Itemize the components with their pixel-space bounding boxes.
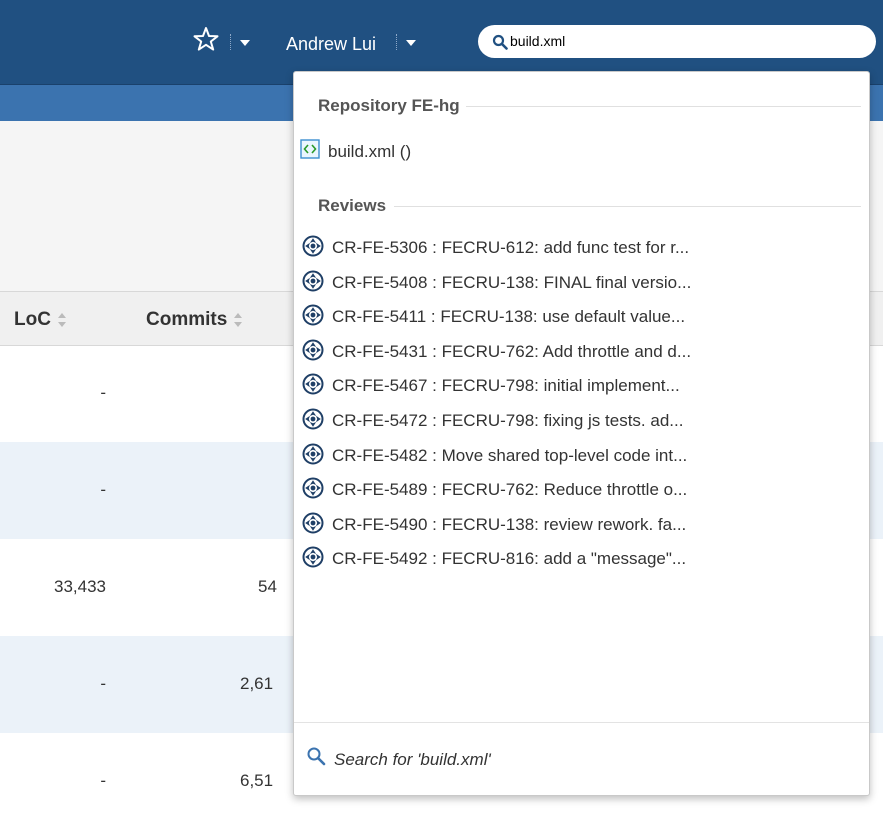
user-menu-chevron-icon[interactable] [406,40,416,46]
group-divider [394,206,861,207]
column-header-label: Commits [146,309,228,330]
review-result-item[interactable]: CR-FE-5489 : FECRU-762: Reduce throttle … [300,472,863,506]
review-icon [302,339,324,364]
column-header-label: LoC [14,309,51,330]
commits-cell: 54 [258,577,277,596]
review-icon [302,235,324,260]
review-result-item[interactable]: CR-FE-5490 : FECRU-138: review rework. f… [300,507,863,541]
review-result-item[interactable]: CR-FE-5411 : FECRU-138: use default valu… [300,299,863,333]
review-icon [302,270,324,295]
review-result-label: CR-FE-5492 : FECRU-816: add a "message".… [332,549,687,569]
review-result-label: CR-FE-5408 : FECRU-138: FINAL final vers… [332,272,692,292]
search-icon [492,34,508,53]
search-icon [306,746,326,769]
quick-search-dropdown: Repository FE-hg build.xml () Reviews CR… [293,71,870,796]
review-icon [302,373,324,398]
favourites-star-icon[interactable] [193,26,219,56]
sort-arrows-icon [234,312,243,327]
separator [230,34,232,50]
review-result-label: CR-FE-5472 : FECRU-798: fixing js tests.… [332,411,684,430]
xml-file-icon [300,139,320,162]
review-icon [302,408,324,433]
review-result-item[interactable]: CR-FE-5306 : FECRU-612: add func test fo… [300,230,863,264]
review-result-label: CR-FE-5482 : Move shared top-level code … [332,445,688,465]
review-result-item[interactable]: CR-FE-5431 : FECRU-762: Add throttle and… [300,334,863,368]
dropdown-divider [294,722,869,723]
sort-arrows-icon [57,312,66,327]
review-result-label: CR-FE-5490 : FECRU-138: review rework. f… [332,514,687,534]
review-result-item[interactable]: CR-FE-5467 : FECRU-798: initial implemen… [300,368,863,402]
review-result-label: CR-FE-5306 : FECRU-612: add func test fo… [332,238,690,257]
review-result-item[interactable]: CR-FE-5482 : Move shared top-level code … [300,438,863,472]
group-divider [466,106,861,107]
search-for-label: Search for 'build.xml' [334,750,491,769]
separator [396,34,398,50]
review-result-item[interactable]: CR-FE-5472 : FECRU-798: fixing js tests.… [300,403,863,437]
loc-cell: - [100,480,106,499]
review-icon [302,443,324,468]
loc-cell: - [100,383,106,402]
review-icon [302,512,324,537]
search-input[interactable] [510,30,860,52]
review-result-label: CR-FE-5489 : FECRU-762: Reduce throttle … [332,480,688,500]
favourites-dropdown-chevron-icon[interactable] [240,40,250,46]
reviews-group-heading: Reviews [318,196,387,215]
review-icon [302,546,324,571]
commits-cell: 2,61 [240,674,274,693]
review-result-label: CR-FE-5467 : FECRU-798: initial implemen… [332,376,680,396]
file-result-item[interactable]: build.xml () [300,136,860,166]
loc-cell: - [100,674,106,693]
review-result-item[interactable]: CR-FE-5408 : FECRU-138: FINAL final vers… [300,265,863,299]
review-result-label: CR-FE-5431 : FECRU-762: Add throttle and… [332,341,692,361]
search-for-link[interactable]: Search for 'build.xml' [306,740,846,770]
loc-cell: - [100,771,106,790]
review-icon [302,477,324,502]
column-header-loc[interactable]: LoC [14,309,67,331]
file-result-label: build.xml () [328,142,412,161]
review-result-item[interactable]: CR-FE-5492 : FECRU-816: add a "message".… [300,541,863,575]
review-icon [302,304,324,329]
review-result-label: CR-FE-5411 : FECRU-138: use default valu… [332,307,686,327]
quick-search-box[interactable] [478,25,876,58]
loc-cell: 33,433 [54,577,106,596]
column-header-commits[interactable]: Commits [146,309,243,331]
repository-group-heading: Repository FE-hg [318,96,460,115]
commits-cell: 6,51 [240,771,274,790]
user-menu-name[interactable]: Andrew Lui [286,34,376,55]
